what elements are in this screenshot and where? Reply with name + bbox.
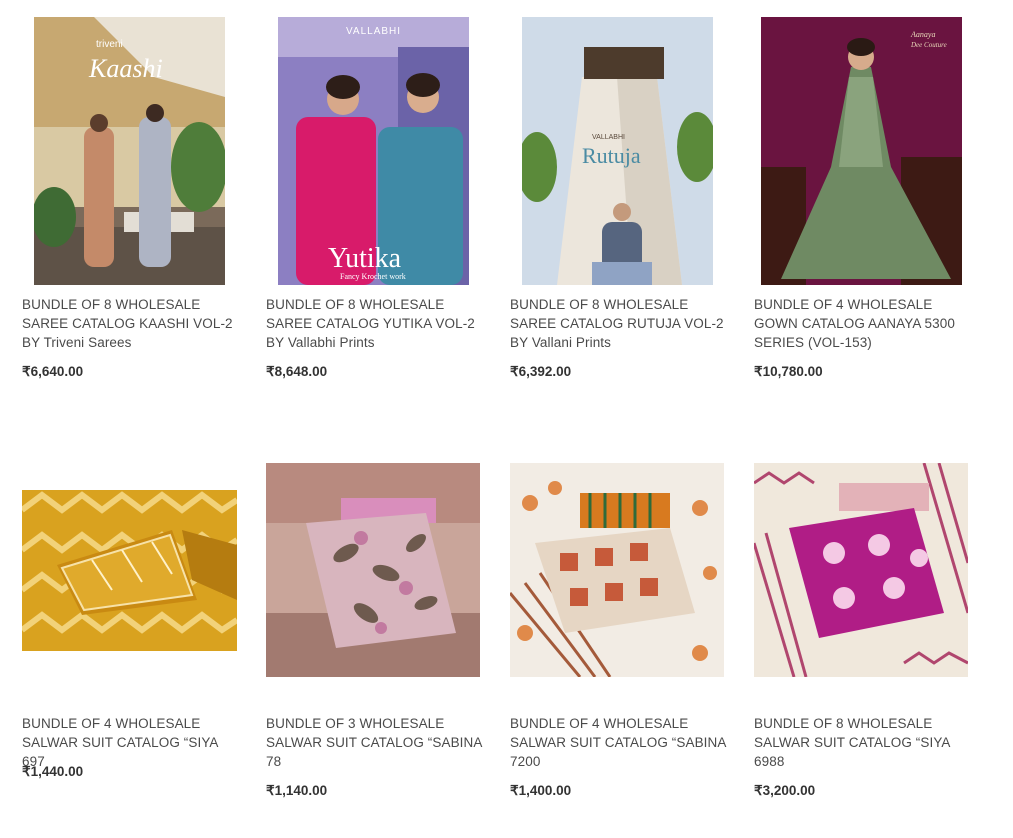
- product-image[interactable]: [266, 463, 480, 677]
- product-price: ₹8,648.00: [266, 364, 328, 379]
- yutika-cover-title: Yutika: [328, 243, 402, 274]
- product-name[interactable]: BUNDLE OF 3 WHOLESALE SALWAR SUIT CATALO…: [266, 714, 488, 771]
- product-image[interactable]: Aanaya Dee Couture: [761, 17, 962, 285]
- product-name[interactable]: BUNDLE OF 8 WHOLESALE SAREE CATALOG KAAS…: [22, 295, 244, 352]
- product-image[interactable]: [22, 490, 237, 651]
- product-grid: Kaashi triveni BUNDLE OF 8 WHOLESALE SAR…: [0, 0, 1013, 838]
- aanaya-brand-text: Aanaya: [910, 30, 935, 39]
- rutuja-brand-text: VALLABHI: [592, 134, 625, 141]
- product-name[interactable]: BUNDLE OF 8 WHOLESALE SAREE CATALOG YUTI…: [266, 295, 488, 352]
- product-image[interactable]: VALLABHI Rutuja: [522, 17, 713, 285]
- product-image[interactable]: Yutika Fancy Krochet work VALLABHI: [278, 17, 469, 285]
- product-name[interactable]: BUNDLE OF 8 WHOLESALE SAREE CATALOG RUTU…: [510, 295, 732, 352]
- product-price: ₹1,400.00: [510, 783, 572, 798]
- yutika-cover-subtitle: Fancy Krochet work: [340, 272, 406, 281]
- aanaya-brand-subtext: Dee Couture: [910, 41, 947, 49]
- product-price: ₹10,780.00: [754, 364, 823, 379]
- triveni-brand-text: triveni: [96, 39, 123, 50]
- product-image[interactable]: Kaashi triveni: [34, 17, 225, 285]
- product-name[interactable]: BUNDLE OF 8 WHOLESALE SALWAR SUIT CATALO…: [754, 714, 976, 771]
- rutuja-cover-title: Rutuja: [582, 143, 641, 168]
- product-image[interactable]: [510, 463, 724, 677]
- product-price: ₹1,140.00: [266, 783, 328, 798]
- product-price: ₹6,640.00: [22, 364, 84, 379]
- kaashi-cover-title: Kaashi: [88, 54, 163, 83]
- product-name[interactable]: BUNDLE OF 4 WHOLESALE SALWAR SUIT CATALO…: [510, 714, 732, 771]
- product-price: ₹1,440.00: [22, 764, 84, 779]
- vallabhi-brand-text: VALLABHI: [346, 26, 401, 37]
- product-name[interactable]: BUNDLE OF 4 WHOLESALE GOWN CATALOG AANAY…: [754, 295, 976, 352]
- product-image[interactable]: [754, 463, 968, 677]
- product-name[interactable]: BUNDLE OF 4 WHOLESALE SALWAR SUIT CATALO…: [22, 714, 244, 771]
- product-price: ₹6,392.00: [510, 364, 572, 379]
- product-price: ₹3,200.00: [754, 783, 816, 798]
